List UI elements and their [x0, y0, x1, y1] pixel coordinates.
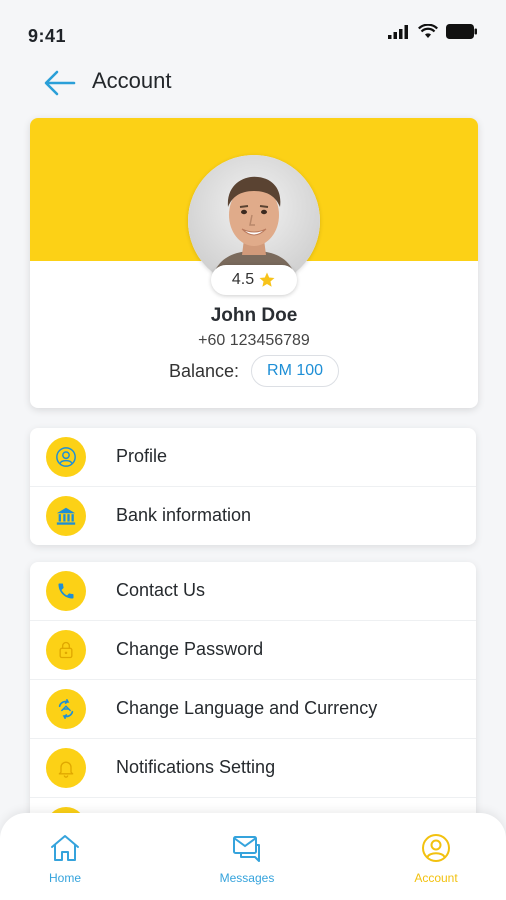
- menu-item-label: Change Language and Currency: [116, 698, 378, 718]
- menu-item-change-password[interactable]: Change Password: [30, 621, 476, 680]
- star-icon: [259, 272, 275, 287]
- menu-item-profile[interactable]: Profile: [30, 428, 476, 487]
- exchange-icon: [46, 689, 86, 729]
- user-phone: +60 123456789: [198, 332, 310, 349]
- status-time: 9:41: [28, 26, 67, 46]
- nav-account[interactable]: Account: [391, 833, 481, 885]
- rating-badge: 4.5: [211, 265, 297, 295]
- user-name: John Doe: [210, 305, 298, 326]
- menu-group-account: Profile Bank information: [30, 428, 476, 545]
- menu-item-notifications-setting[interactable]: Notifications Setting: [30, 739, 476, 798]
- signal-icon: [388, 24, 408, 39]
- status-bar: 9:41: [0, 0, 506, 60]
- page-title: Account: [92, 68, 172, 93]
- menu-group-settings: Contact Us Change Password Change Langua…: [30, 562, 476, 822]
- status-icons: [388, 24, 478, 39]
- profile-card: 4.5 John Doe +60 123456789 Balance: RM 1…: [30, 118, 478, 408]
- back-button[interactable]: [40, 66, 80, 100]
- battery-icon: [446, 24, 477, 39]
- wifi-icon: [418, 24, 438, 38]
- menu-item-label: Contact Us: [116, 580, 206, 600]
- balance-value[interactable]: RM 100: [251, 355, 340, 387]
- nav-home[interactable]: Home: [20, 833, 110, 885]
- lock-icon: [46, 630, 86, 670]
- balance-row: Balance: RM 100: [30, 355, 478, 387]
- phone-icon: [46, 571, 86, 611]
- menu-item-contact-us[interactable]: Contact Us: [30, 562, 476, 621]
- nav-label: Account: [414, 871, 458, 885]
- home-icon: [51, 835, 79, 861]
- user-circle-icon: [46, 437, 86, 477]
- nav-label: Messages: [219, 871, 275, 885]
- menu-item-label: Change Password: [116, 639, 264, 659]
- rating-value: 4.5: [231, 271, 255, 288]
- bell-icon: [46, 748, 86, 788]
- menu-item-bank-information[interactable]: Bank information: [30, 487, 476, 545]
- app-header: Account: [0, 58, 506, 108]
- bank-icon: [46, 496, 86, 536]
- account-icon: [422, 834, 450, 862]
- nav-label: Home: [48, 871, 81, 885]
- balance-label: Balance:: [168, 360, 240, 381]
- bottom-nav: Home Messages Account: [0, 813, 506, 900]
- menu-item-label: Notifications Setting: [116, 757, 276, 777]
- menu-item-change-language-currency[interactable]: Change Language and Currency: [30, 680, 476, 739]
- menu-item-label: Profile: [116, 446, 168, 466]
- menu-item-label: Bank information: [116, 505, 252, 525]
- arrow-left-icon: [44, 70, 76, 96]
- nav-messages[interactable]: Messages: [202, 833, 292, 885]
- messages-icon: [233, 836, 260, 862]
